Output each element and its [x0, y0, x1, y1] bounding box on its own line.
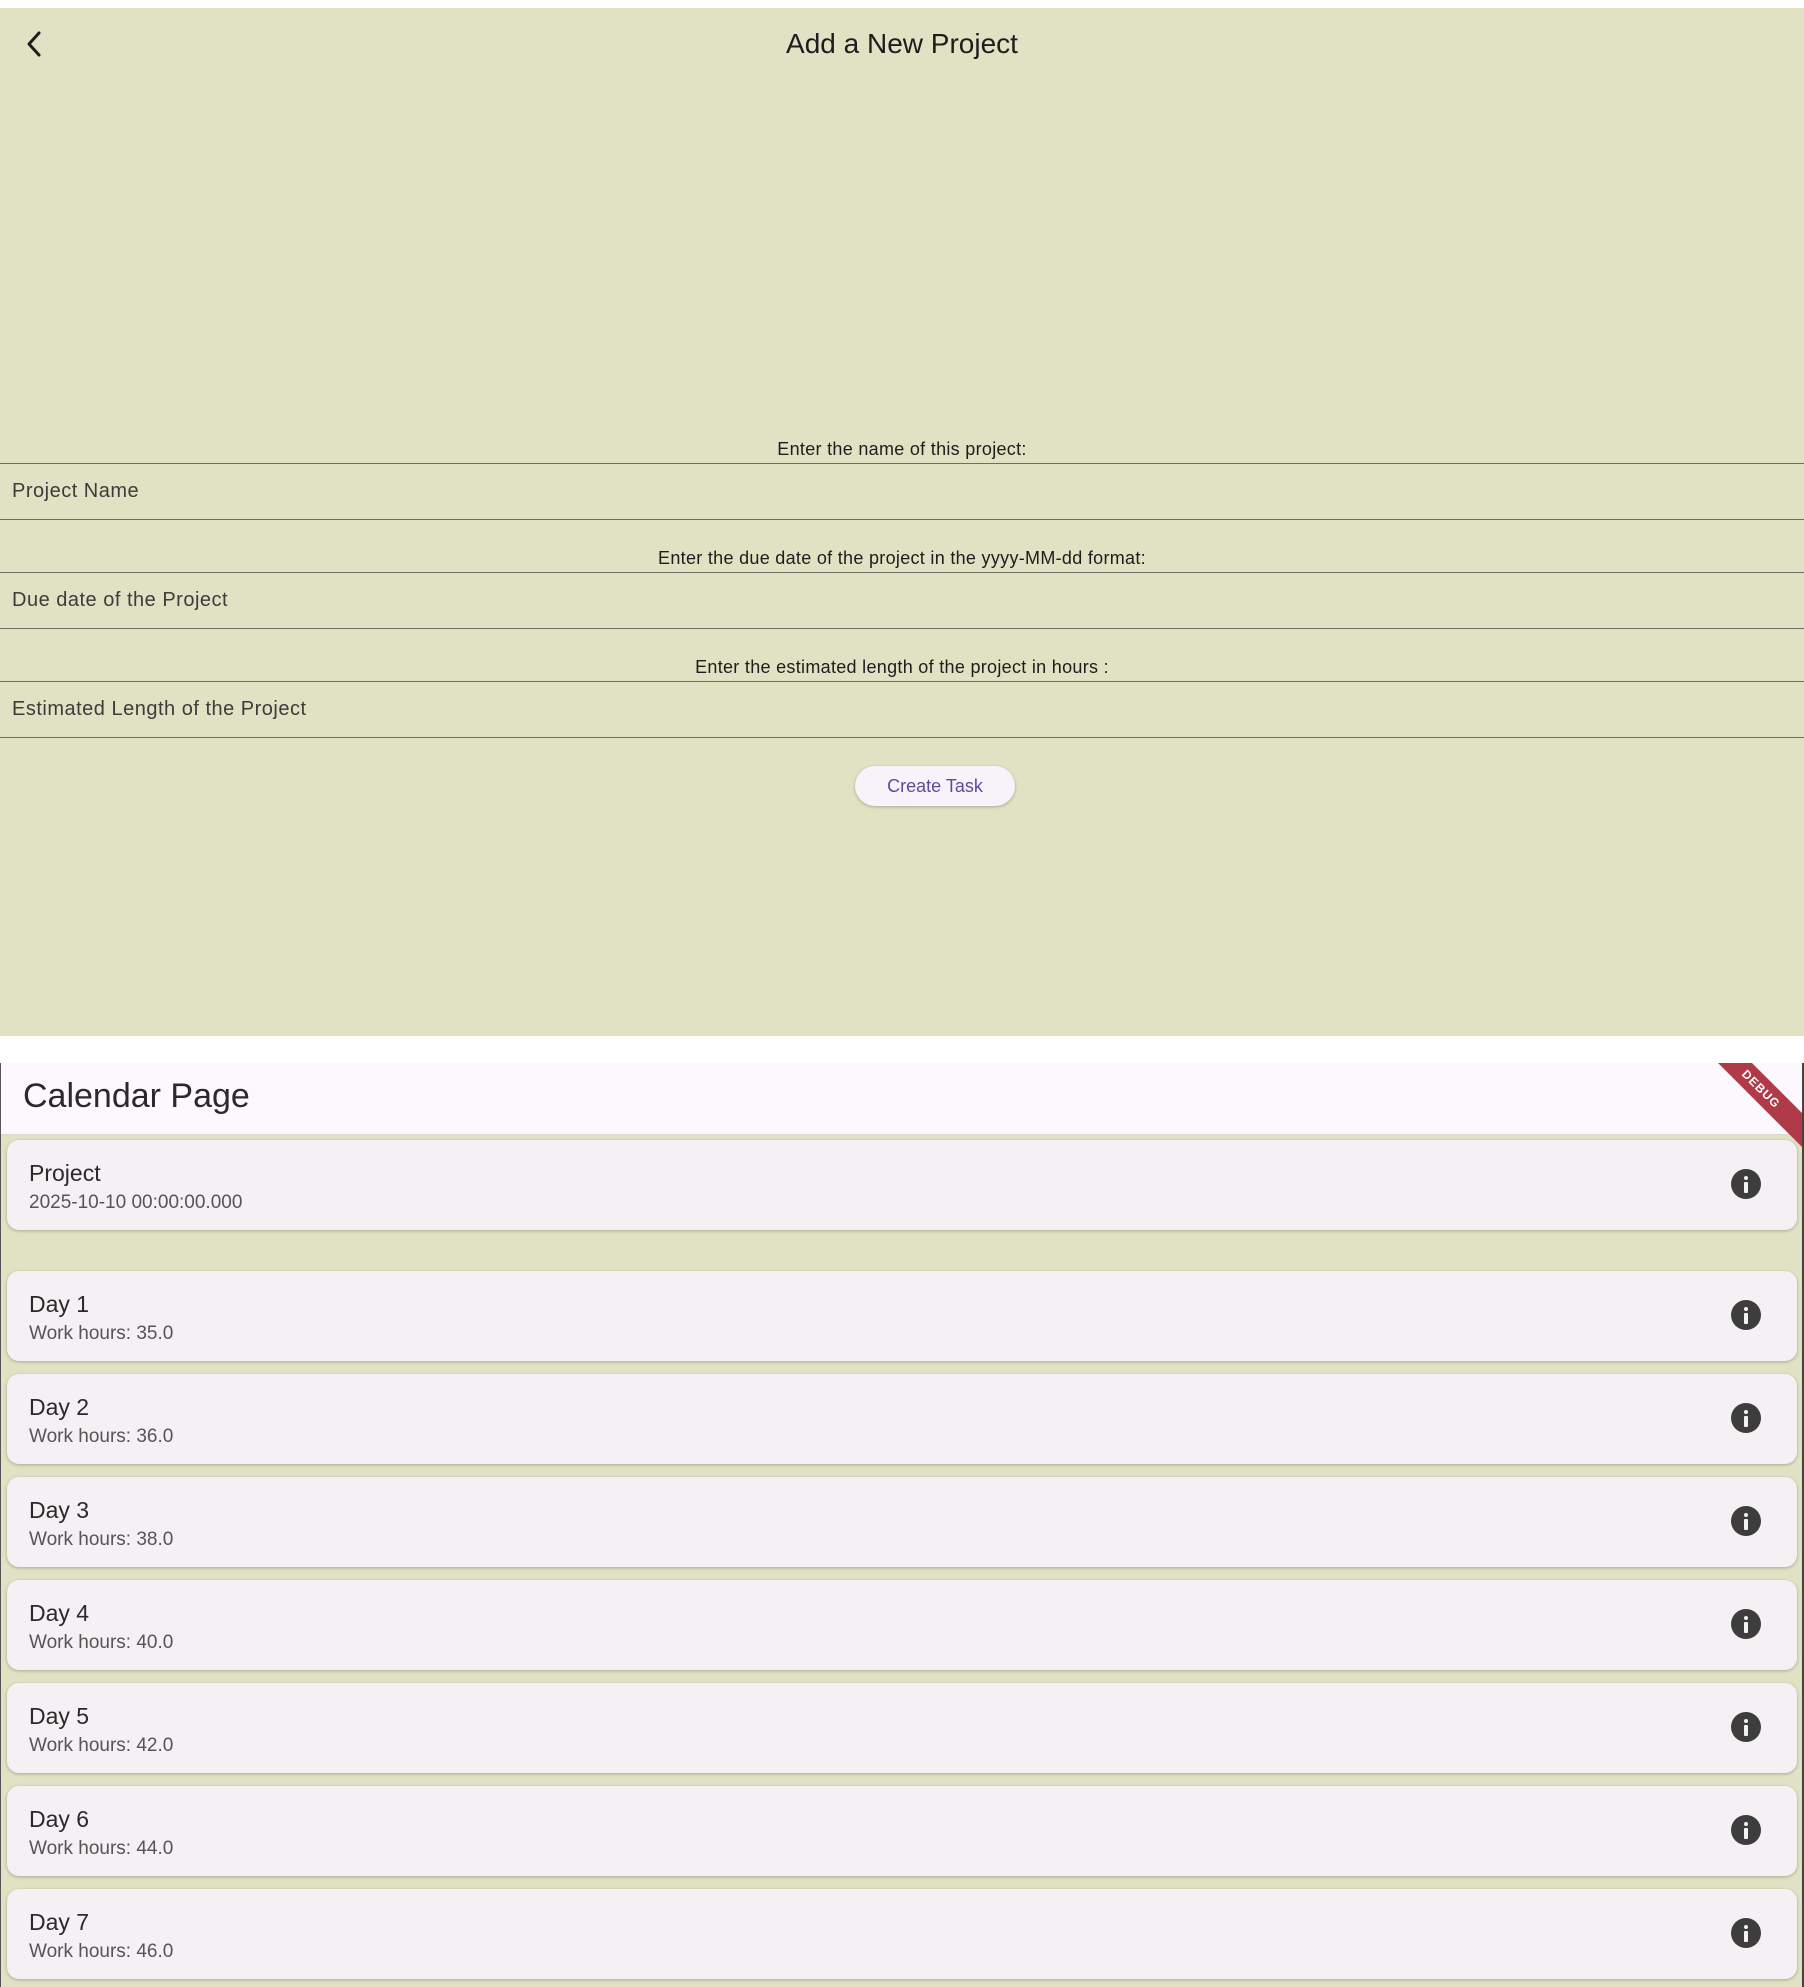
add-project-screen: Add a New Project Enter the name of this…: [0, 8, 1804, 1036]
project-due-date: 2025-10-10 00:00:00.000: [29, 1192, 243, 1213]
project-name-field-container: [0, 463, 1804, 520]
info-icon[interactable]: [1731, 1506, 1761, 1536]
day-title: Day 5: [29, 1703, 90, 1729]
day-title: Day 7: [29, 1909, 90, 1935]
day-title: Day 1: [29, 1291, 90, 1317]
info-glyph: [1744, 1410, 1748, 1427]
project-title: Project: [29, 1160, 101, 1186]
day-work-hours: Work hours: 36.0: [29, 1426, 174, 1447]
info-icon[interactable]: [1731, 1300, 1761, 1330]
info-glyph: [1744, 1513, 1748, 1530]
day-work-hours: Work hours: 38.0: [29, 1529, 174, 1550]
day-card[interactable]: Day 5 Work hours: 42.0: [7, 1683, 1797, 1773]
estimated-length-field-container: [0, 681, 1804, 738]
day-work-hours: Work hours: 42.0: [29, 1735, 174, 1756]
info-icon[interactable]: [1731, 1815, 1761, 1845]
day-title: Day 3: [29, 1497, 90, 1523]
info-glyph: [1744, 1176, 1748, 1193]
day-work-hours: Work hours: 46.0: [29, 1941, 174, 1962]
day-work-hours: Work hours: 44.0: [29, 1838, 174, 1859]
day-card[interactable]: Day 3 Work hours: 38.0: [7, 1477, 1797, 1567]
day-title: Day 4: [29, 1600, 90, 1626]
day-card[interactable]: Day 2 Work hours: 36.0: [7, 1374, 1797, 1464]
info-icon[interactable]: [1731, 1918, 1761, 1948]
app-bar: Calendar Page: [1, 1063, 1802, 1135]
calendar-screen: Calendar Page DEBUG Project 2025-10-10 0…: [0, 1063, 1804, 1987]
info-icon[interactable]: [1731, 1609, 1761, 1639]
info-icon[interactable]: [1731, 1169, 1761, 1199]
due-date-label: Enter the due date of the project in the…: [658, 548, 1146, 568]
day-card[interactable]: Day 7 Work hours: 46.0: [7, 1889, 1797, 1979]
info-icon[interactable]: [1731, 1712, 1761, 1742]
day-work-hours: Work hours: 40.0: [29, 1632, 174, 1653]
estimated-length-label: Enter the estimated length of the projec…: [695, 657, 1109, 677]
day-card[interactable]: Day 6 Work hours: 44.0: [7, 1786, 1797, 1876]
page-title: Add a New Project: [786, 28, 1018, 59]
project-name-label: Enter the name of this project:: [777, 439, 1027, 459]
info-icon[interactable]: [1731, 1403, 1761, 1433]
info-glyph: [1744, 1822, 1748, 1839]
create-task-button[interactable]: Create Task: [855, 766, 1015, 806]
due-date-input[interactable]: [0, 573, 1804, 628]
day-title: Day 6: [29, 1806, 90, 1832]
calendar-page-title: Calendar Page: [23, 1077, 250, 1115]
day-card[interactable]: Day 4 Work hours: 40.0: [7, 1580, 1797, 1670]
day-work-hours: Work hours: 35.0: [29, 1323, 174, 1344]
info-glyph: [1744, 1719, 1748, 1736]
info-glyph: [1744, 1307, 1748, 1324]
info-glyph: [1744, 1616, 1748, 1633]
day-card[interactable]: Day 1 Work hours: 35.0: [7, 1271, 1797, 1361]
project-card[interactable]: Project 2025-10-10 00:00:00.000: [7, 1140, 1797, 1230]
info-glyph: [1744, 1925, 1748, 1942]
project-name-input[interactable]: [0, 464, 1804, 519]
estimated-length-input[interactable]: [0, 682, 1804, 737]
due-date-field-container: [0, 572, 1804, 629]
day-title: Day 2: [29, 1394, 90, 1420]
